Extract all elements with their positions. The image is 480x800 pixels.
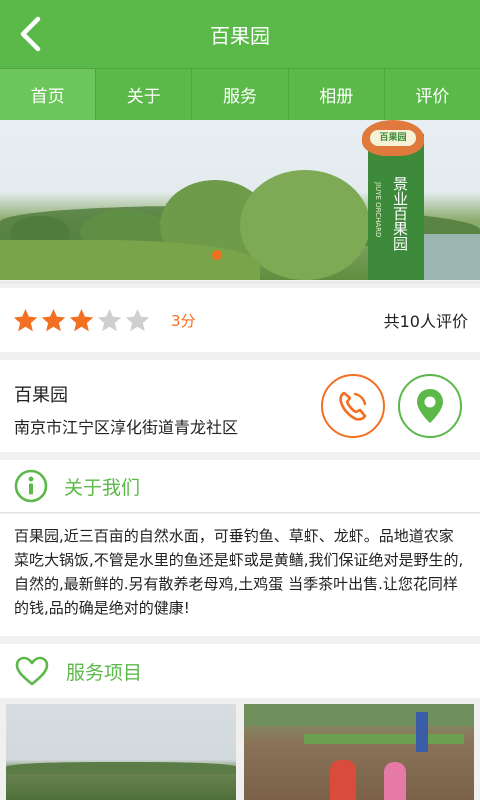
service-photo[interactable] xyxy=(244,704,474,800)
services-heading: 服务项目 xyxy=(66,661,143,684)
about-text: 百果园,近三百亩的自然水面，可垂钓鱼、草虾、龙虾。品地道农家菜吃大锅饭,不管是水… xyxy=(0,514,480,636)
sign-logo: 百果园 xyxy=(362,120,424,156)
tab-reviews[interactable]: 评价 xyxy=(385,69,480,120)
sign-english-text: JIUYE ORCHARD xyxy=(374,182,382,238)
sign-text: 景业百果园 xyxy=(391,176,409,251)
chevron-left-icon xyxy=(20,16,41,52)
location-button[interactable] xyxy=(398,374,462,438)
tab-about[interactable]: 关于 xyxy=(96,69,193,120)
star-filled-icon xyxy=(41,308,66,331)
rating-row: 3分 共10人评价 xyxy=(0,288,480,352)
star-filled-icon xyxy=(69,308,94,331)
top-bar: 百果园 xyxy=(0,0,480,68)
rating-score: 3分 xyxy=(171,311,196,330)
map-pin-icon xyxy=(417,389,443,423)
photo-person xyxy=(416,712,428,752)
tab-bar: 首页 关于 服务 相册 评价 xyxy=(0,68,480,120)
about-heading: 关于我们 xyxy=(64,476,141,499)
divider xyxy=(0,282,480,283)
star-filled-icon xyxy=(13,308,38,331)
place-name: 百果园 xyxy=(14,385,68,406)
photo-trees xyxy=(244,704,474,726)
divider xyxy=(0,512,480,513)
tab-home[interactable]: 首页 xyxy=(0,69,97,120)
services-section-header[interactable]: 服务项目 xyxy=(0,644,480,698)
banner-carousel[interactable]: 百果园 JIUYE ORCHARD 景业百果园 xyxy=(0,120,480,280)
tab-album[interactable]: 相册 xyxy=(289,69,385,120)
star-rating xyxy=(12,307,151,334)
review-count[interactable]: 共10人评价 xyxy=(384,308,468,332)
call-button[interactable] xyxy=(321,374,385,438)
app-root: 百果园 首页 关于 服务 相册 评价 百果园 JIUYE ORCHARD 景业百… xyxy=(0,0,480,800)
photo-crop-row xyxy=(304,734,464,744)
page-title: 百果园 xyxy=(210,23,270,48)
tab-services[interactable]: 服务 xyxy=(192,69,289,120)
carousel-indicator-dot[interactable] xyxy=(212,250,222,260)
about-section-header[interactable]: 关于我们 xyxy=(0,460,480,512)
photo-treeline xyxy=(6,762,236,774)
info-icon xyxy=(14,469,48,503)
phone-icon xyxy=(339,391,367,421)
service-photo[interactable] xyxy=(6,704,236,800)
banner-sign: 百果园 JIUYE ORCHARD 景业百果园 xyxy=(362,120,424,280)
photo-child xyxy=(330,760,356,800)
place-info: 百果园 南京市江宁区淳化街道青龙社区 xyxy=(0,360,480,452)
star-empty-icon xyxy=(125,308,150,331)
place-address: 南京市江宁区淳化街道青龙社区 xyxy=(14,418,239,437)
star-empty-icon xyxy=(97,308,122,331)
back-button[interactable] xyxy=(10,14,50,54)
photo-child xyxy=(384,762,406,800)
heart-icon xyxy=(15,656,49,686)
